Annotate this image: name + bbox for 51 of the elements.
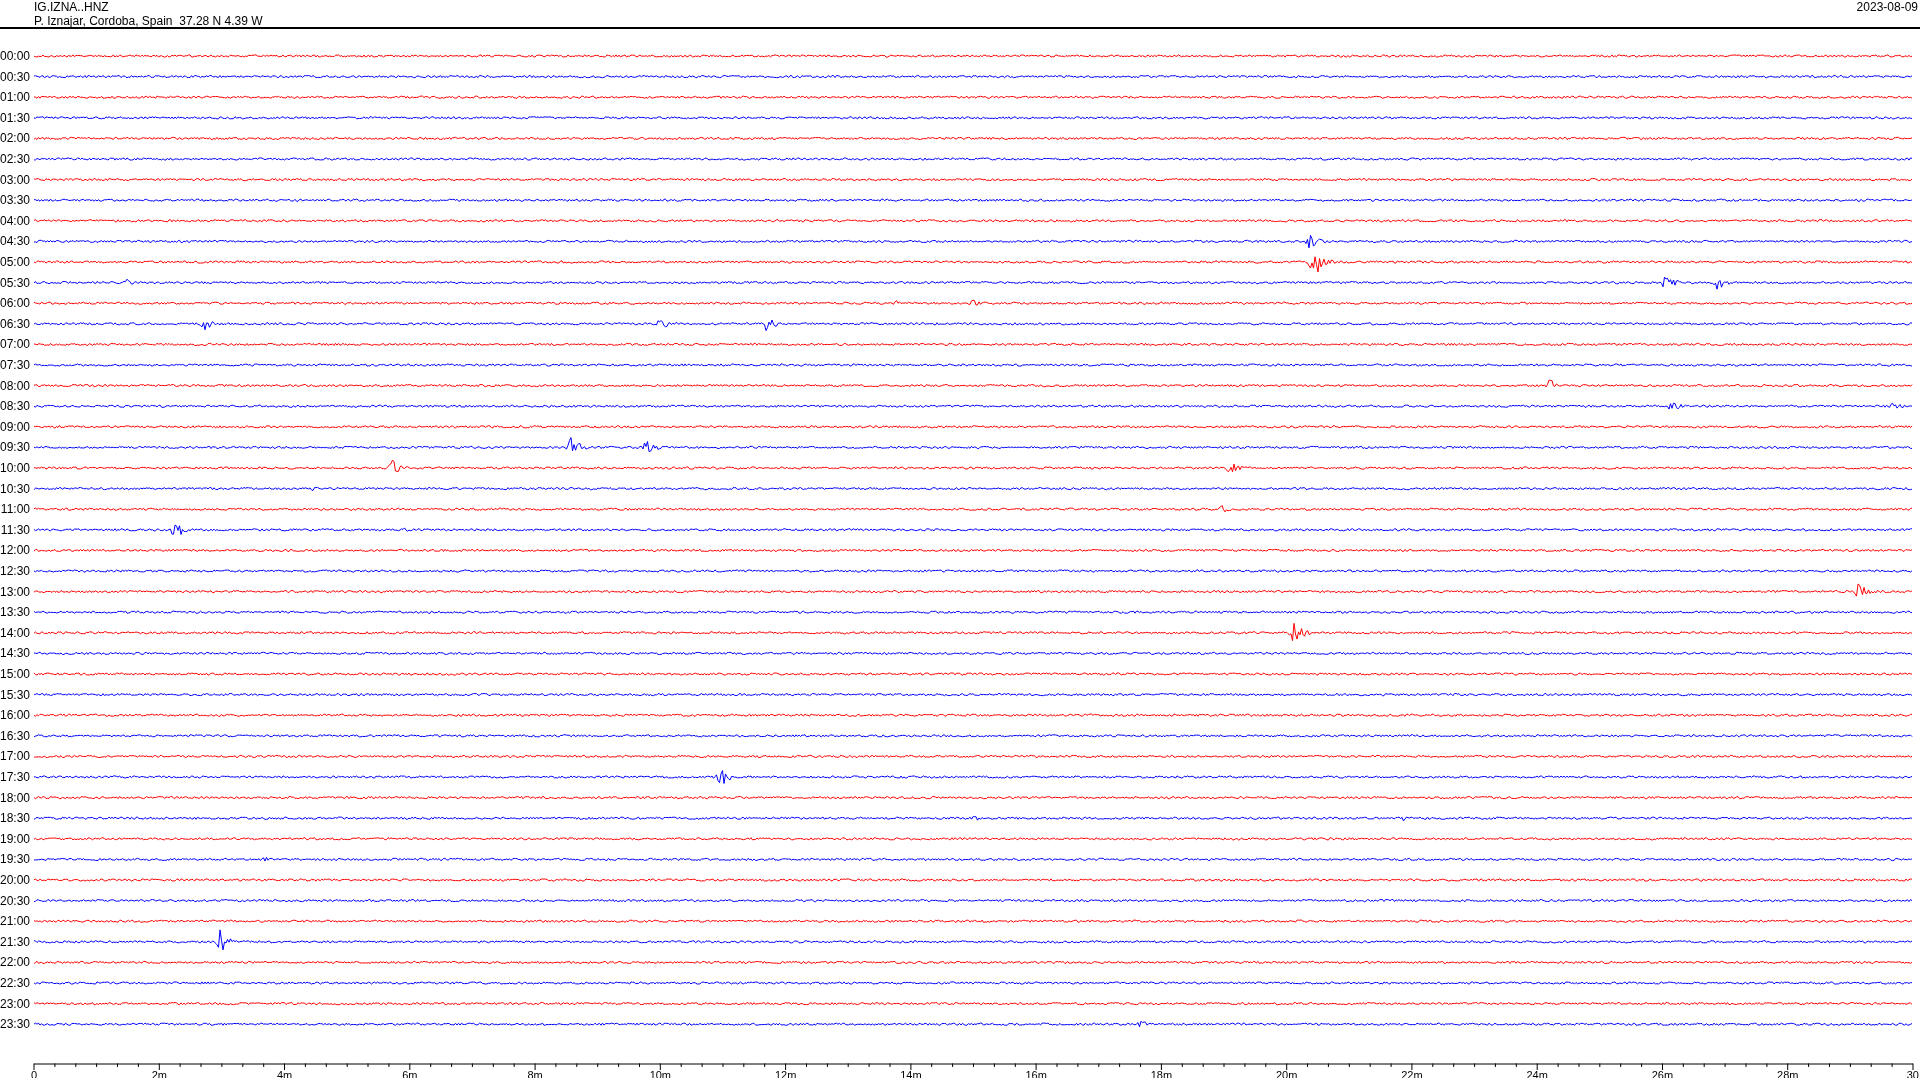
time-label: 16:00 (0, 708, 30, 723)
time-label: 04:00 (0, 213, 30, 228)
time-label: 03:00 (0, 172, 30, 187)
time-label: 15:30 (0, 687, 30, 702)
time-label: 10:00 (0, 461, 30, 475)
time-label: 23:30 (0, 1017, 30, 1032)
time-label: 13:30 (0, 605, 30, 620)
station-location: P. Iznajar, Cordoba, Spain 37.28 N 4.39 W (34, 14, 263, 28)
time-label: 16:30 (0, 728, 30, 743)
date-label: 2023-08-09 (1856, 0, 1918, 14)
time-label: 20:30 (0, 893, 30, 908)
time-label: 18:00 (0, 790, 30, 805)
time-label: 10:30 (0, 481, 30, 496)
time-label: 09:30 (0, 440, 30, 455)
time-label: 22:00 (0, 955, 30, 970)
time-label: 20:00 (0, 873, 30, 887)
time-label: 17:30 (0, 770, 30, 784)
time-label: 11:00 (0, 502, 30, 517)
time-label: 21:30 (0, 934, 30, 949)
time-label: 11:30 (0, 522, 30, 537)
time-label: 02:00 (0, 131, 30, 146)
time-label: 12:30 (0, 564, 30, 578)
time-label: 19:30 (0, 852, 30, 867)
time-label: 07:30 (0, 358, 30, 372)
time-label: 04:30 (0, 234, 30, 249)
time-label: 05:00 (0, 255, 30, 269)
time-label: 21:00 (0, 914, 30, 929)
time-label: 05:30 (0, 275, 30, 290)
time-label: 02:30 (0, 152, 30, 166)
time-label: 17:00 (0, 749, 30, 764)
time-label: 15:00 (0, 667, 30, 681)
time-label: 03:30 (0, 193, 30, 208)
time-label: 13:00 (0, 584, 30, 599)
time-label: 19:00 (0, 831, 30, 846)
time-label: 14:00 (0, 625, 30, 640)
time-label: 08:30 (0, 399, 30, 414)
time-label: 00:30 (0, 69, 30, 84)
time-label: 07:00 (0, 337, 30, 352)
time-label: 01:00 (0, 90, 30, 105)
time-label: 00:00 (0, 49, 30, 63)
time-label: 14:30 (0, 646, 30, 661)
time-label: 22:30 (0, 976, 30, 990)
time-label: 06:00 (0, 296, 30, 311)
time-label: 18:30 (0, 811, 30, 826)
time-label: 23:00 (0, 996, 30, 1011)
time-label: 09:00 (0, 419, 30, 434)
time-label: 06:30 (0, 316, 30, 331)
station-code: IG.IZNA..HNZ (34, 0, 110, 14)
time-label: 12:00 (0, 543, 30, 558)
time-label: 01:30 (0, 110, 30, 125)
time-label: 08:00 (0, 378, 30, 393)
